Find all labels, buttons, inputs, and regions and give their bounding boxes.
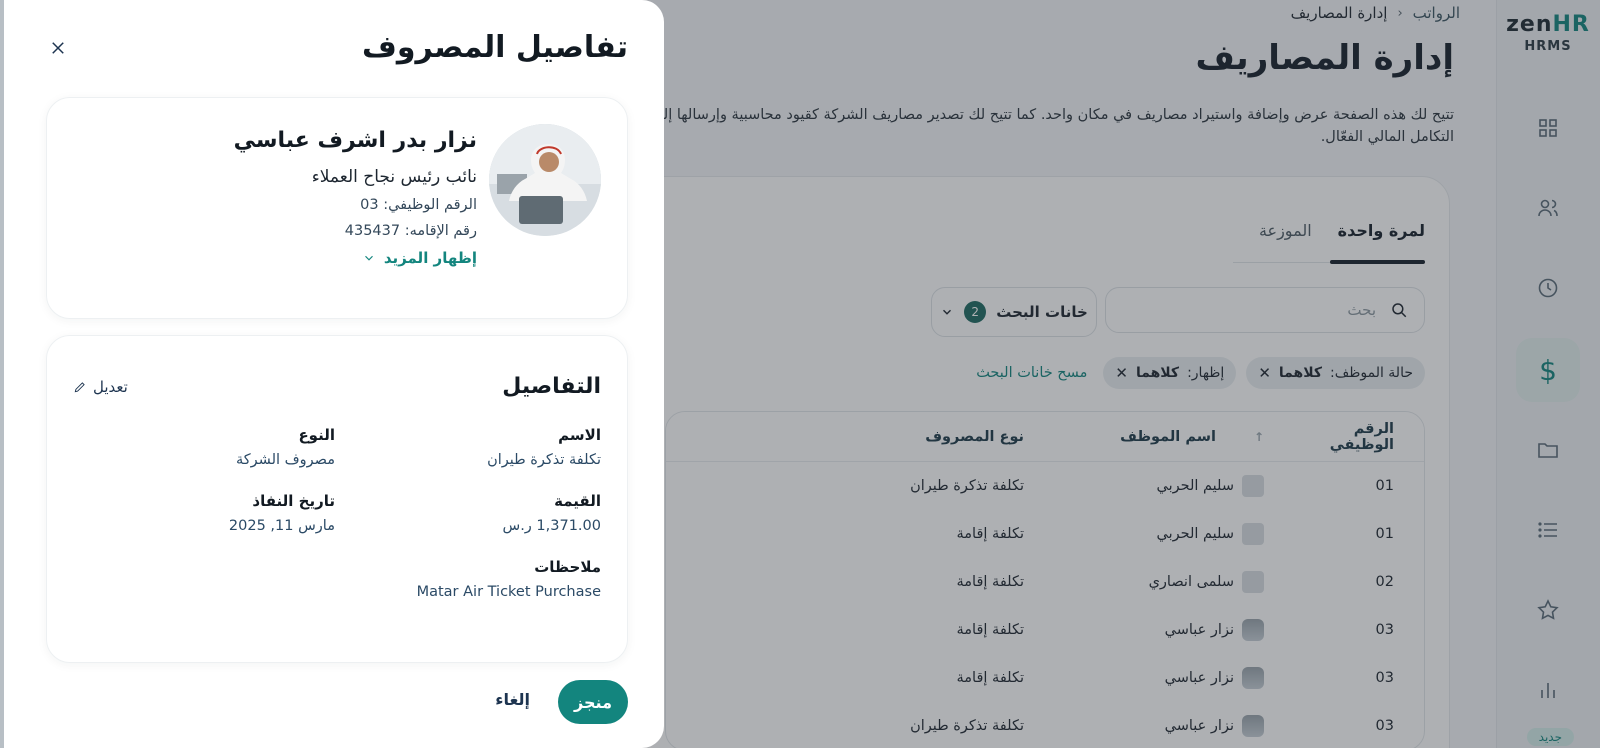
field-name: الاسم تكلفة تذكرة طيران bbox=[487, 426, 601, 468]
edit-button[interactable]: تعديل bbox=[73, 378, 128, 396]
chevron-down-icon bbox=[364, 255, 373, 261]
field-effective-date: تاريخ النفاذ مارس 11, 2025 bbox=[229, 492, 335, 534]
details-title: التفاصيل bbox=[502, 374, 601, 399]
edit-label: تعديل bbox=[93, 378, 128, 396]
field-name-value: تكلفة تذكرة طيران bbox=[487, 452, 601, 468]
expense-details-drawer: تفاصيل المصروف نزار بدر اشرف عباسي نائب … bbox=[0, 0, 664, 748]
show-more-button[interactable]: إظهار المزيد bbox=[234, 249, 477, 267]
employee-info: نزار بدر اشرف عباسي نائب رئيس نجاح العمل… bbox=[234, 128, 477, 267]
done-button[interactable]: منجز bbox=[558, 680, 628, 724]
drawer-title: تفاصيل المصروف bbox=[362, 30, 628, 65]
field-effective-date-value: مارس 11, 2025 bbox=[228, 518, 335, 534]
field-name-label: الاسم bbox=[558, 426, 601, 444]
field-type-value: مصروف الشركة bbox=[235, 452, 335, 468]
pencil-icon bbox=[74, 382, 85, 393]
employee-profile-card: نزار بدر اشرف عباسي نائب رئيس نجاح العمل… bbox=[46, 97, 628, 319]
close-icon bbox=[52, 42, 64, 54]
field-effective-date-label: تاريخ النفاذ bbox=[252, 492, 335, 510]
cancel-button[interactable]: إلغاء bbox=[495, 690, 530, 709]
employee-full-name: نزار بدر اشرف عباسي bbox=[233, 128, 477, 153]
employee-id: الرقم الوظيفي: 03 bbox=[360, 197, 477, 213]
show-more-label: إظهار المزيد bbox=[383, 249, 477, 267]
close-button[interactable] bbox=[46, 36, 70, 60]
field-type-label: النوع bbox=[298, 426, 335, 444]
employee-photo-illustration bbox=[489, 124, 601, 236]
expense-details-card: التفاصيل تعديل الاسم تكلفة تذكرة طيران ا… bbox=[46, 335, 628, 663]
field-notes-label: ملاحظات bbox=[534, 558, 601, 576]
field-notes-value: Matar Air Ticket Purchase bbox=[416, 584, 601, 600]
field-type: النوع مصروف الشركة bbox=[236, 426, 335, 468]
field-amount-label: القيمة bbox=[554, 492, 601, 510]
employee-photo bbox=[489, 124, 601, 236]
field-amount-value: 1,371.00 ر.س bbox=[502, 518, 602, 534]
field-amount: القيمة 1,371.00 ر.س bbox=[503, 492, 602, 534]
field-notes: ملاحظات Matar Air Ticket Purchase bbox=[417, 558, 601, 600]
employee-job-title: نائب رئيس نجاح العملاء bbox=[311, 167, 477, 187]
employee-iqama: رقم الإقامه: 435437 bbox=[344, 223, 477, 239]
